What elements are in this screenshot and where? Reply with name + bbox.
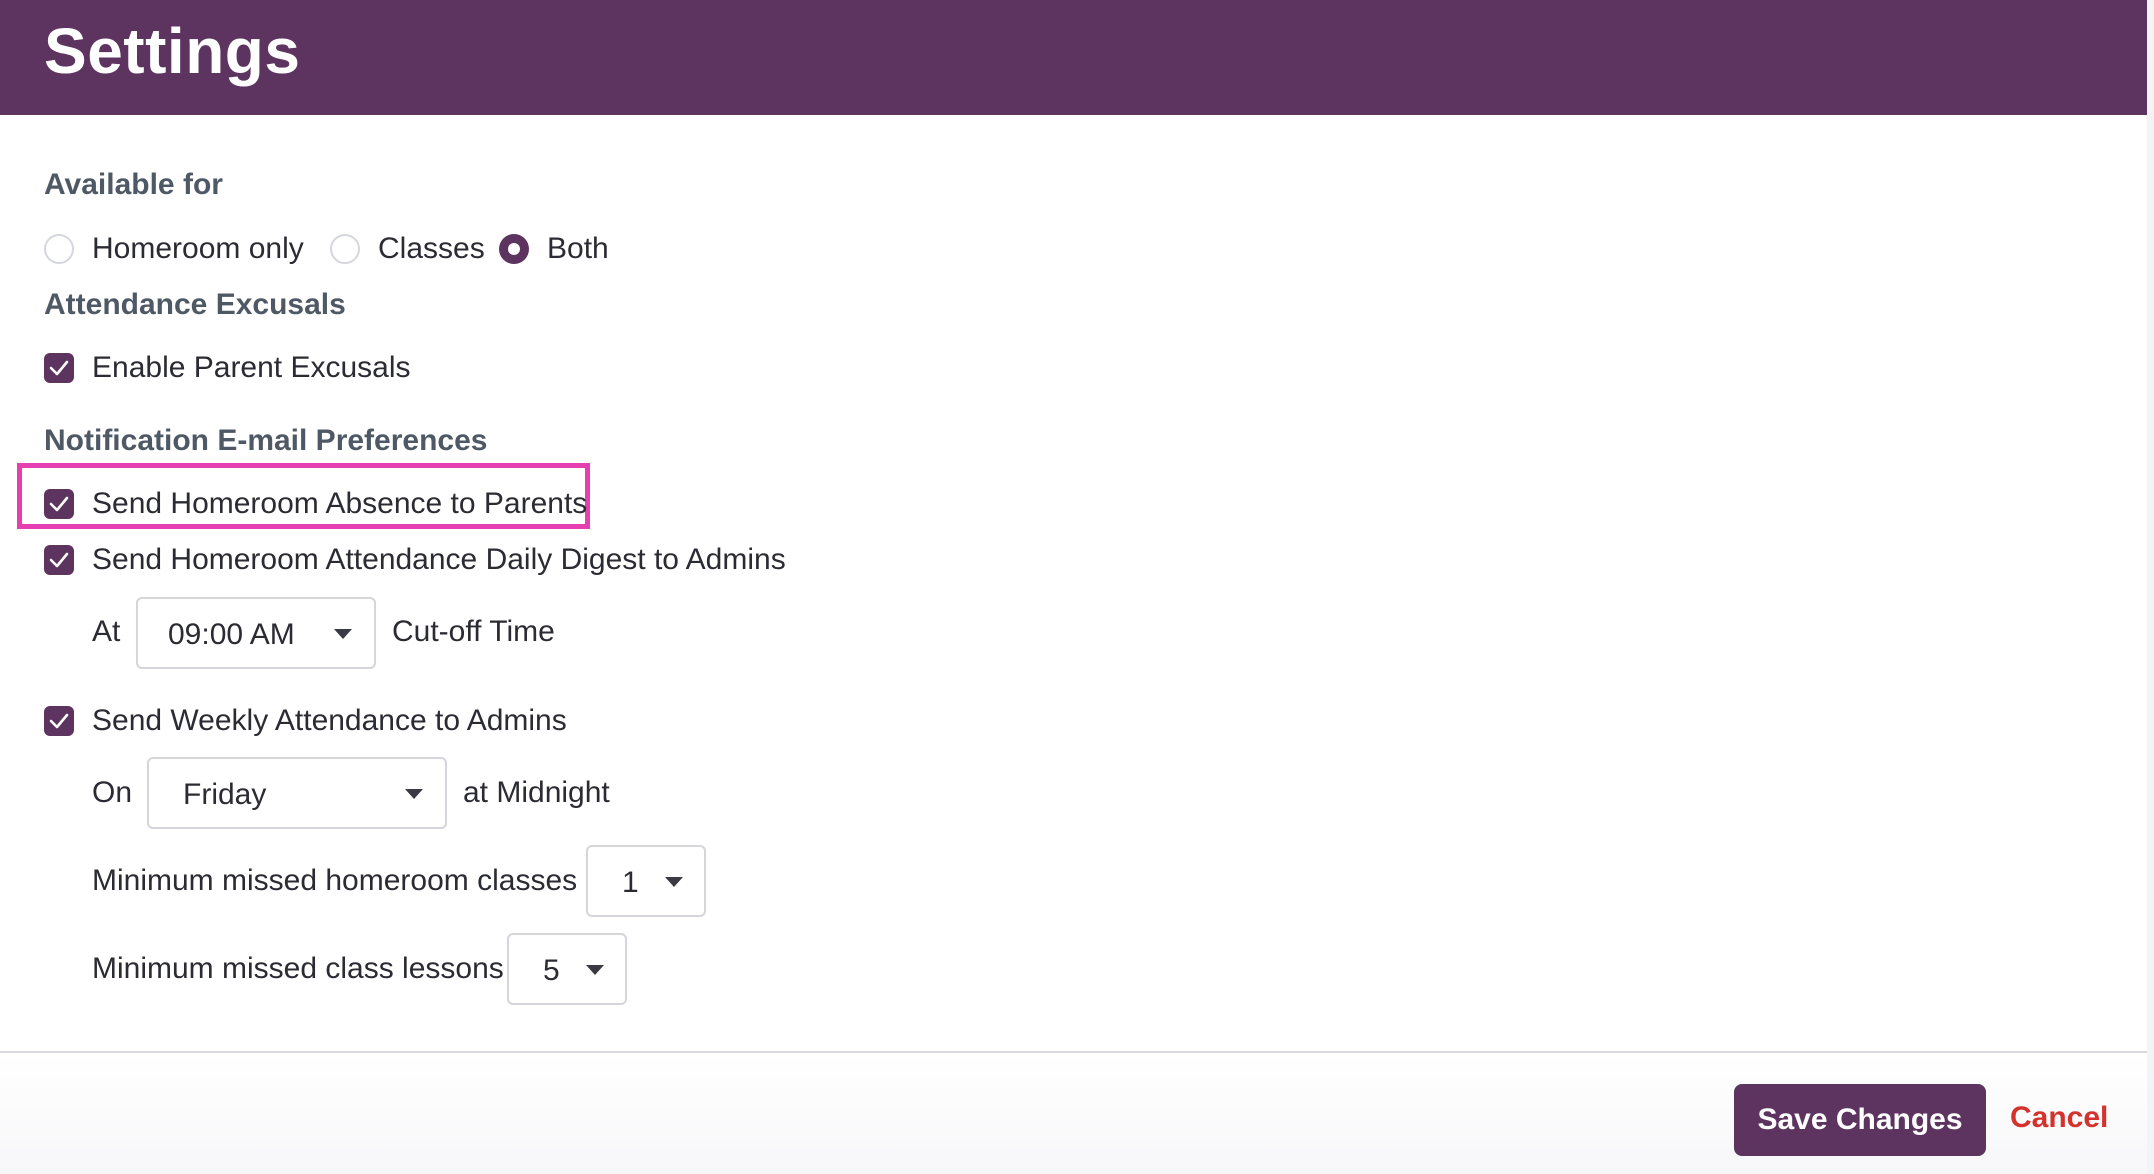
radio-classes[interactable] — [330, 234, 360, 264]
at-midnight-label: at Midnight — [463, 776, 610, 809]
enable-parent-excusals-label[interactable]: Enable Parent Excusals — [92, 351, 411, 385]
checkmark-icon — [49, 552, 69, 568]
page-header: Settings — [0, 0, 2147, 115]
chevron-down-icon — [405, 789, 423, 799]
homeroom-absence-checkbox[interactable] — [44, 489, 74, 519]
radio-homeroom-only-label[interactable]: Homeroom only — [92, 232, 304, 266]
cutoff-time-value: 09:00 AM — [168, 618, 295, 651]
enable-parent-excusals-checkbox[interactable] — [44, 353, 74, 383]
notification-preferences-label: Notification E-mail Preferences — [44, 424, 488, 457]
checkmark-icon — [49, 360, 69, 376]
chevron-down-icon — [586, 965, 604, 975]
radio-homeroom-only[interactable] — [44, 234, 74, 264]
daily-digest-checkbox[interactable] — [44, 545, 74, 575]
radio-both-label[interactable]: Both — [547, 232, 609, 266]
weekly-attendance-label[interactable]: Send Weekly Attendance to Admins — [92, 704, 567, 738]
cutoff-time-select[interactable]: 09:00 AM — [136, 597, 376, 669]
save-changes-button[interactable]: Save Changes — [1734, 1084, 1986, 1156]
radio-both[interactable] — [499, 234, 529, 264]
footer-divider — [0, 1051, 2147, 1053]
available-for-label: Available for — [44, 168, 223, 201]
min-homeroom-select[interactable]: 1 — [586, 845, 706, 917]
daily-digest-label[interactable]: Send Homeroom Attendance Daily Digest to… — [92, 543, 786, 577]
cancel-link[interactable]: Cancel — [2010, 1101, 2108, 1135]
scrollbar-track — [2147, 0, 2154, 1174]
weekly-day-value: Friday — [183, 778, 267, 811]
weekly-day-select[interactable]: Friday — [147, 757, 447, 829]
min-homeroom-label: Minimum missed homeroom classes — [92, 864, 578, 897]
min-homeroom-value: 1 — [622, 866, 639, 899]
attendance-excusals-label: Attendance Excusals — [44, 288, 346, 321]
radio-classes-label[interactable]: Classes — [378, 232, 485, 266]
on-label: On — [92, 776, 133, 809]
chevron-down-icon — [334, 629, 352, 639]
page-title: Settings — [44, 15, 301, 87]
min-class-select[interactable]: 5 — [507, 933, 627, 1005]
min-class-label: Minimum missed class lessons — [92, 952, 504, 985]
checkmark-icon — [49, 713, 69, 729]
checkmark-icon — [49, 496, 69, 512]
chevron-down-icon — [665, 877, 683, 887]
min-class-value: 5 — [543, 954, 560, 987]
cutoff-time-label: Cut-off Time — [392, 615, 555, 648]
at-label: At — [92, 615, 121, 648]
homeroom-absence-label[interactable]: Send Homeroom Absence to Parents — [92, 487, 587, 521]
weekly-attendance-checkbox[interactable] — [44, 706, 74, 736]
